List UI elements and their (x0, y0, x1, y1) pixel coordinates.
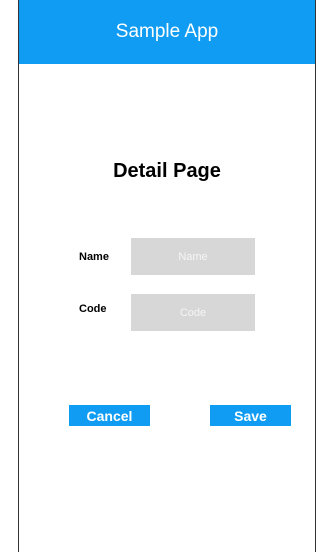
name-input[interactable] (131, 238, 255, 275)
save-button-label: Save (234, 407, 267, 424)
device-frame: Sample App Detail Page Name Code Cancel … (18, 0, 316, 552)
cancel-button[interactable]: Cancel (69, 405, 150, 426)
cancel-button-label: Cancel (86, 407, 133, 424)
code-label: Code (79, 303, 107, 315)
app-title: Sample App (115, 21, 219, 42)
name-label: Name (79, 251, 109, 263)
save-button[interactable]: Save (210, 405, 291, 426)
app-header: Sample App (19, 0, 315, 64)
code-input[interactable] (131, 294, 255, 331)
page-title: Detail Page (113, 160, 221, 182)
